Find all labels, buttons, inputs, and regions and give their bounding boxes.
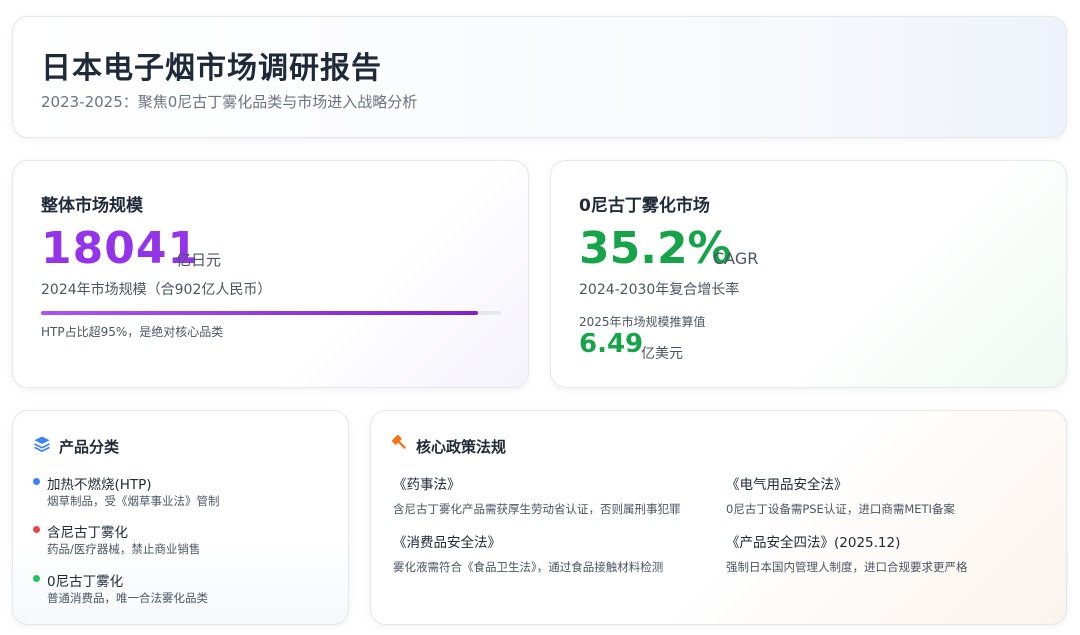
category-dot xyxy=(33,526,40,533)
law-item: 《消费品安全法》 雾化液需符合《食品卫生法》，通过食品接触材料检测 xyxy=(393,531,723,575)
category-name: 0尼古丁雾化 xyxy=(47,574,124,590)
estimate-unit: 亿美元 xyxy=(641,346,683,362)
market-size-title: 整体市场规模 xyxy=(41,196,143,216)
law-name: 《产品安全四法》(2025.12) xyxy=(726,535,901,551)
law-name: 《药事法》 xyxy=(393,477,461,493)
category-dot xyxy=(33,478,40,485)
law-item: 《药事法》 含尼古丁雾化产品需获厚生劳动省认证，否则属刑事犯罪 xyxy=(393,473,723,517)
law-note: 含尼古丁雾化产品需获厚生劳动省认证，否则属刑事犯罪 xyxy=(393,502,681,516)
category-note: 药品/医疗器械，禁止商业销售 xyxy=(47,542,201,556)
cagr-unit: CAGR xyxy=(713,249,759,268)
law-note: 强制日本国内管理人制度，进口合规要求更严格 xyxy=(726,560,968,574)
category-note: 普通消费品，唯一合法雾化品类 xyxy=(47,591,208,605)
law-name: 《消费品安全法》 xyxy=(393,535,501,551)
cagr-value: 35.2% xyxy=(579,223,732,274)
law-item: 《电气用品安全法》 0尼古丁设备需PSE认证，进口商需METI备案 xyxy=(726,473,1056,517)
category-dot xyxy=(33,575,40,582)
report-header: 日本电子烟市场调研报告 2023-2025：聚焦0尼古丁雾化品类与市场进入战略分… xyxy=(12,16,1067,138)
layers-icon xyxy=(34,436,50,452)
estimate-label: 2025年市场规模推算值 xyxy=(579,315,706,329)
product-categories-card: 产品分类 加热不燃烧(HTP) 烟草制品，受《烟草事业法》管制 含尼古丁雾化 药… xyxy=(12,410,349,625)
market-size-description: 2024年市场规模（合902亿人民币） xyxy=(41,282,272,298)
market-size-unit: 亿日元 xyxy=(176,251,222,269)
cagr-description: 2024-2030年复合增长率 xyxy=(579,282,740,298)
category-note: 烟草制品，受《烟草事业法》管制 xyxy=(47,494,220,508)
estimate-value: 6.49 xyxy=(579,329,644,359)
htp-share-progress-fill xyxy=(41,311,478,315)
gavel-icon xyxy=(391,434,406,449)
law-note: 雾化液需符合《食品卫生法》，通过食品接触材料检测 xyxy=(393,560,664,574)
law-name: 《电气用品安全法》 xyxy=(726,477,848,493)
zero-nicotine-market-card: 0尼古丁雾化市场 35.2% CAGR 2024-2030年复合增长率 2025… xyxy=(550,160,1067,388)
category-name: 含尼古丁雾化 xyxy=(47,525,128,541)
policy-title: 核心政策法规 xyxy=(416,438,507,456)
category-name: 加热不燃烧(HTP) xyxy=(47,477,152,493)
htp-share-progress-track xyxy=(41,311,501,315)
product-categories-title: 产品分类 xyxy=(59,438,120,456)
market-size-card: 整体市场规模 18041 亿日元 2024年市场规模（合902亿人民币） HTP… xyxy=(12,160,529,388)
zero-nicotine-title: 0尼古丁雾化市场 xyxy=(579,196,710,216)
law-item: 《产品安全四法》(2025.12) 强制日本国内管理人制度，进口合规要求更严格 xyxy=(726,531,1056,575)
page-title: 日本电子烟市场调研报告 xyxy=(41,51,382,86)
htp-share-note: HTP占比超95%，是绝对核心品类 xyxy=(41,325,224,339)
policy-regulations-card: 核心政策法规 《药事法》 含尼古丁雾化产品需获厚生劳动省认证，否则属刑事犯罪 《… xyxy=(370,410,1067,625)
page-subtitle: 2023-2025：聚焦0尼古丁雾化品类与市场进入战略分析 xyxy=(41,93,418,111)
law-note: 0尼古丁设备需PSE认证，进口商需METI备案 xyxy=(726,502,955,516)
